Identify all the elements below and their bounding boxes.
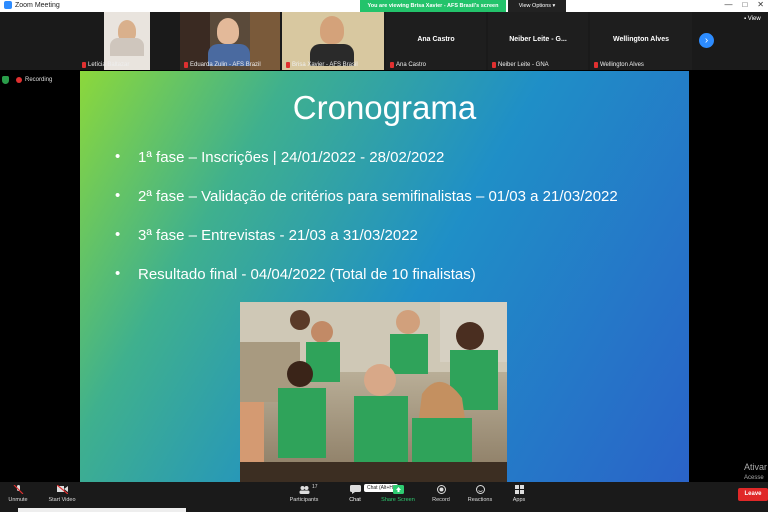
participants-icon	[299, 486, 309, 494]
muted-mic-icon	[390, 62, 394, 68]
muted-mic-icon	[184, 62, 188, 68]
recording-label: Recording	[25, 77, 53, 83]
participant-name-area: Letícia Baltazar	[78, 12, 178, 70]
participant-tile[interactable]: Brisa Xavier - AFS Brasil	[282, 12, 384, 70]
chat-icon	[349, 485, 361, 494]
participants-count: 17	[312, 484, 318, 490]
participant-display-name: Wellington Alves	[612, 36, 669, 43]
activation-watermark: Ativar Acesse	[744, 462, 767, 484]
share-screen-icon	[392, 485, 404, 494]
app-title: Zoom Meeting	[4, 1, 60, 9]
slide-bullet: Resultado final - 04/04/2022 (Total de 1…	[115, 265, 618, 305]
maximize-button[interactable]: □	[742, 0, 747, 9]
record-dot-icon	[16, 77, 22, 83]
watermark-line: Ativar	[744, 462, 768, 472]
recording-indicator[interactable]: Recording	[16, 77, 52, 83]
muted-microphone-icon	[13, 485, 23, 494]
video-off-icon	[56, 485, 68, 494]
participant-avatar	[217, 18, 239, 44]
shared-screen-slide: Cronograma 1ª fase – Inscrições | 24/01/…	[80, 71, 689, 482]
slide-bullet: 1ª fase – Inscrições | 24/01/2022 - 28/0…	[115, 148, 618, 188]
participant-tile[interactable]: Neiber Leite - G... Neiber Leite - GNA	[488, 12, 588, 70]
window-title: Zoom Meeting	[15, 1, 60, 9]
participant-name: Neiber Leite - GNA	[492, 62, 549, 68]
participant-tile[interactable]: Ana Castro Ana Castro	[386, 12, 486, 70]
window-controls: — □ ✕	[724, 0, 764, 9]
slide-bullet-list: 1ª fase – Inscrições | 24/01/2022 - 28/0…	[115, 148, 618, 305]
group-photo-image	[240, 302, 507, 482]
record-button[interactable]: Record	[423, 485, 459, 503]
participant-name: Letícia Baltazar	[82, 62, 129, 68]
participant-name: Eduarda Zulin - AFS Brazil	[184, 62, 261, 68]
share-screen-button[interactable]: Share Screen	[380, 485, 416, 503]
muted-mic-icon	[492, 62, 496, 68]
muted-mic-icon	[594, 62, 598, 68]
start-video-button[interactable]: Start Video	[44, 485, 80, 503]
muted-mic-icon	[286, 62, 290, 68]
zoom-icon	[4, 1, 12, 9]
leave-button[interactable]: Leave	[738, 488, 768, 501]
slide-title: Cronograma	[292, 89, 477, 126]
slide-photo	[240, 302, 507, 482]
slide-bullet: 2ª fase – Validação de critérios para se…	[115, 187, 618, 227]
participant-tile[interactable]: Wellington Alves Wellington Alves	[590, 12, 692, 70]
unmute-button[interactable]: Unmute	[0, 485, 36, 503]
muted-mic-icon	[82, 62, 86, 68]
minimize-button[interactable]: —	[724, 0, 732, 9]
reactions-icon	[475, 485, 485, 494]
view-options-button[interactable]: View Options ▾	[508, 0, 566, 12]
view-button[interactable]: ▪ View	[744, 16, 761, 22]
viewing-banner: You are viewing Brisa Xavier - AFS Brasi…	[360, 0, 506, 12]
participant-name: Brisa Xavier - AFS Brasil	[286, 62, 358, 68]
participant-tile[interactable]: Eduarda Zulin - AFS Brazil	[180, 12, 280, 70]
participant-name: Wellington Alves	[594, 62, 644, 68]
participant-display-name: Ana Castro	[417, 36, 455, 43]
close-button[interactable]: ✕	[757, 0, 764, 9]
record-icon	[436, 485, 446, 494]
participant-name: Ana Castro	[390, 62, 426, 68]
security-shield-icon[interactable]	[2, 76, 9, 84]
reactions-button[interactable]: Reactions	[462, 485, 498, 503]
apps-button[interactable]: Apps	[501, 485, 537, 503]
participant-avatar	[320, 16, 344, 44]
taskbar-strip	[18, 508, 186, 512]
slide-bullet: 3ª fase – Entrevistas - 21/03 a 31/03/20…	[115, 226, 618, 266]
participant-display-name: Neiber Leite - G...	[509, 36, 567, 43]
next-page-arrow-icon[interactable]: ›	[699, 33, 714, 48]
apps-icon	[514, 485, 524, 494]
